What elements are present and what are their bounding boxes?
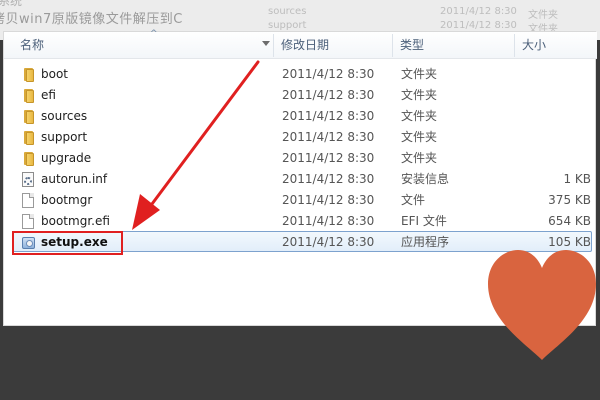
heart-icon <box>488 250 596 360</box>
screenshot-stage: 系统 拷贝win7原版镜像文件解压到C sources 2011/4/12 8:… <box>0 0 600 400</box>
